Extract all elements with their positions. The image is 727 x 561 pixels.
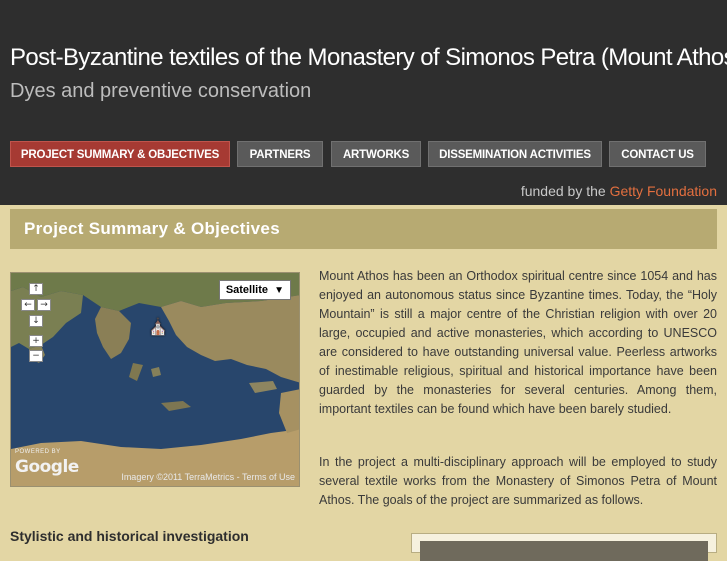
funding-note: funded by the Getty Foundation [521,183,717,199]
pan-down-button[interactable]: ↓ [29,315,43,327]
chevron-down-icon: ▼ [274,285,284,296]
powered-by-label: POWERED BY [15,449,61,455]
map-credits[interactable]: Imagery ©2011 TerraMetrics - Terms of Us… [121,472,295,482]
textile-image [420,541,708,561]
textile-image-frame [411,533,717,561]
site-title: Post-Byzantine textiles of the Monastery… [10,44,727,71]
pan-up-button[interactable]: ↑ [29,283,43,295]
nav-item-artworks[interactable]: ARTWORKS [331,141,421,167]
nav-item-contact[interactable]: CONTACT US [609,141,706,167]
section-header: Project Summary & Objectives [10,209,717,249]
nav-item-dissemination[interactable]: DISSEMINATION ACTIVITIES [428,141,602,167]
pan-right-button[interactable]: → [37,299,51,311]
section-title: Project Summary & Objectives [24,219,280,238]
church-icon[interactable]: ⛪ [148,317,168,337]
zoom-out-button[interactable]: − [29,350,43,362]
map-type-label: Satellite [225,284,268,296]
nav-item-partners[interactable]: PARTNERS [237,141,323,167]
approach-paragraph: In the project a multi-disciplinary appr… [319,455,717,507]
nav-item-project-summary[interactable]: PROJECT SUMMARY & OBJECTIVES [10,141,230,167]
subsection-heading: Stylistic and historical investigation [10,528,249,544]
getty-foundation-link[interactable]: Getty Foundation [610,183,717,199]
pan-left-button[interactable]: ← [21,299,35,311]
map-type-select[interactable]: Satellite ▼ [218,280,291,300]
site-header: Post-Byzantine textiles of the Monastery… [0,0,727,205]
intro-paragraph: Mount Athos has been an Orthodox spiritu… [319,269,717,416]
funded-prefix: funded by the [520,183,606,199]
google-logo[interactable]: Google [15,457,79,477]
satellite-map[interactable]: ↑ ← → ↓ + − Satellite ▼ ⛪ POWERED BY Goo… [10,272,300,487]
site-subtitle: Dyes and preventive conservation [10,80,312,102]
zoom-in-button[interactable]: + [29,335,43,347]
